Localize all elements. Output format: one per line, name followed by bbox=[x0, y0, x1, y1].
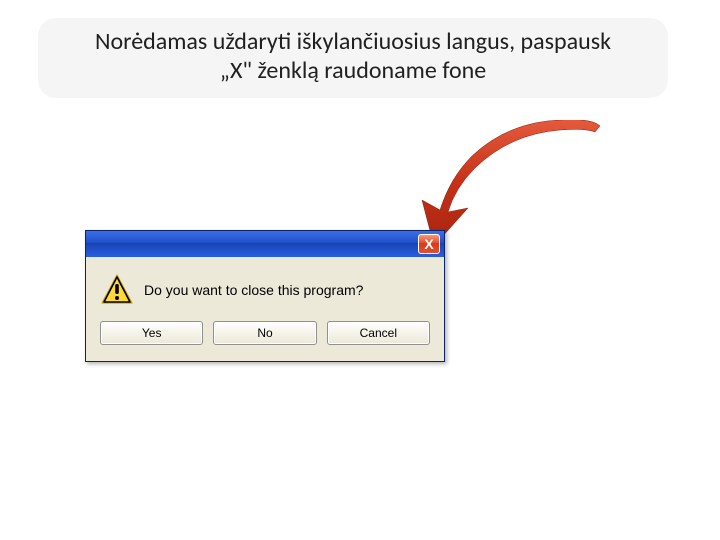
no-button-label: No bbox=[257, 326, 272, 340]
close-button[interactable]: X bbox=[418, 234, 440, 254]
instruction-line-1: Norėdamas uždaryti iškylančiuosius langu… bbox=[95, 27, 611, 56]
dialog-titlebar: X bbox=[86, 231, 444, 257]
curved-arrow-icon bbox=[420, 120, 620, 250]
dialog-message: Do you want to close this program? bbox=[144, 282, 363, 298]
cancel-button[interactable]: Cancel bbox=[327, 321, 430, 345]
warning-icon bbox=[100, 273, 134, 307]
popup-dialog: X Do you want to close this program? Yes… bbox=[85, 230, 445, 362]
pointer-arrow bbox=[420, 120, 620, 250]
yes-button-label: Yes bbox=[142, 326, 162, 340]
dialog-body: Do you want to close this program? bbox=[86, 257, 444, 317]
cancel-button-label: Cancel bbox=[360, 326, 397, 340]
close-icon: X bbox=[424, 237, 433, 251]
dialog-button-row: Yes No Cancel bbox=[86, 317, 444, 361]
no-button[interactable]: No bbox=[213, 321, 316, 345]
instruction-banner: Norėdamas uždaryti iškylančiuosius langu… bbox=[38, 18, 668, 98]
yes-button[interactable]: Yes bbox=[100, 321, 203, 345]
instruction-line-2: „X" ženklą raudoname fone bbox=[220, 56, 486, 85]
